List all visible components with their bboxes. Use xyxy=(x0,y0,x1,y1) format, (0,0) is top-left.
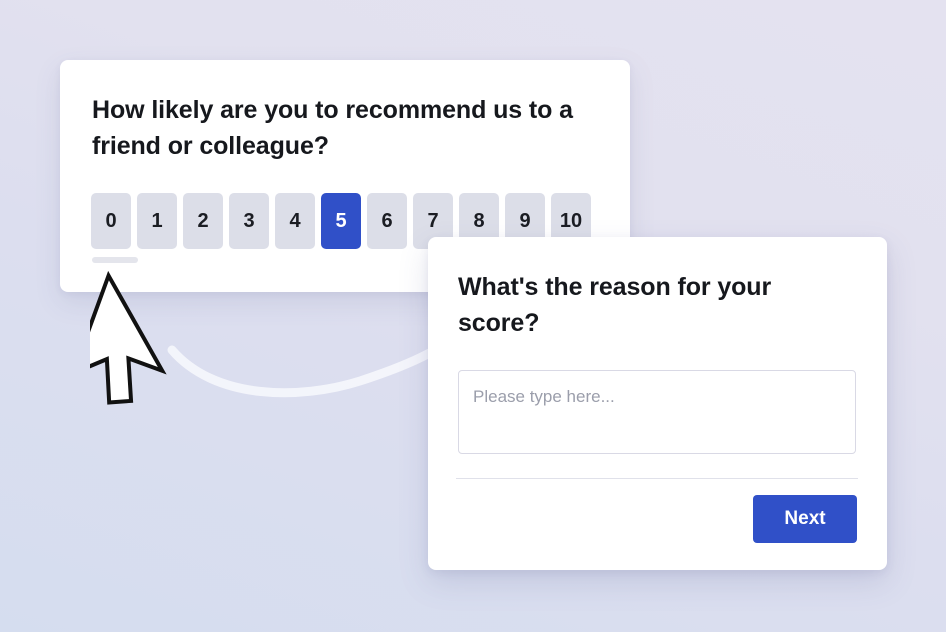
nps-question-title: How likely are you to recommend us to a … xyxy=(92,96,573,160)
reason-question-card: What's the reason for your score? Next xyxy=(428,237,887,570)
survey-preview-stage: How likely are you to recommend us to a … xyxy=(0,0,946,632)
scale-button-6[interactable]: 6 xyxy=(367,193,407,249)
arrow-pointer-icon xyxy=(90,270,167,405)
scale-button-0[interactable]: 0 xyxy=(91,193,131,249)
scale-button-5[interactable]: 5 xyxy=(321,193,361,249)
scale-button-4[interactable]: 4 xyxy=(275,193,315,249)
progress-bar xyxy=(92,257,138,263)
reason-input[interactable] xyxy=(458,370,856,454)
scale-button-3[interactable]: 3 xyxy=(229,193,269,249)
next-button[interactable]: Next xyxy=(753,495,857,543)
card-divider xyxy=(456,478,858,479)
scale-button-2[interactable]: 2 xyxy=(183,193,223,249)
reason-question-title: What's the reason for your score? xyxy=(458,273,772,337)
scale-button-1[interactable]: 1 xyxy=(137,193,177,249)
